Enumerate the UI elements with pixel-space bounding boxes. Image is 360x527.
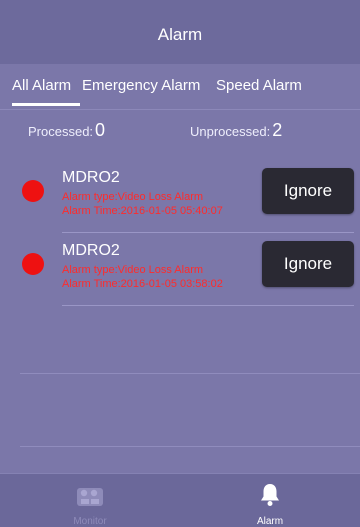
tabs-divider: [0, 109, 360, 110]
tab-bar-label: Alarm: [256, 516, 284, 527]
tab-bar-monitor[interactable]: Monitor: [0, 474, 180, 527]
alarm-list-item[interactable]: MDRO2 Alarm type:Video Loss Alarm Alarm …: [0, 160, 360, 233]
alarm-list: MDRO2 Alarm type:Video Loss Alarm Alarm …: [0, 160, 360, 306]
device-name: MDRO2: [62, 242, 120, 259]
page-title: Alarm: [157, 25, 203, 44]
unprocessed-count: Unprocessed: 2: [190, 120, 282, 141]
ignore-button[interactable]: Ignore: [262, 241, 354, 287]
alarm-status-dot: [22, 180, 44, 202]
alarm-type-text: Alarm type:Video Loss Alarm: [62, 191, 204, 203]
tab-emergency-alarm[interactable]: Emergency Alarm: [82, 77, 200, 94]
processed-value: 0: [95, 120, 106, 140]
tab-all-alarm[interactable]: All Alarm: [12, 77, 71, 94]
list-separator: [20, 373, 360, 374]
device-name: MDRO2: [62, 169, 120, 186]
alarm-status-dot: [22, 253, 44, 275]
alarm-time-text: Alarm Time:2016-01-05 05:40:07: [62, 205, 223, 217]
list-separator: [20, 446, 360, 447]
alarm-time-text: Alarm Time:2016-01-05 03:58:02: [62, 278, 223, 290]
ignore-button[interactable]: Ignore: [262, 168, 354, 214]
unprocessed-label: Unprocessed:: [190, 124, 271, 139]
tab-bar-label: Monitor: [73, 516, 107, 527]
alarm-list-item[interactable]: MDRO2 Alarm type:Video Loss Alarm Alarm …: [0, 233, 360, 306]
row-separator: [62, 305, 354, 306]
tab-speed-alarm[interactable]: Speed Alarm: [216, 77, 302, 94]
active-tab-indicator: [12, 103, 80, 106]
bottom-tab-bar: Monitor Alarm: [0, 473, 360, 527]
alarm-counts: Processed: 0 Unprocessed: 2: [0, 120, 360, 148]
alarm-type-text: Alarm type:Video Loss Alarm: [62, 264, 204, 276]
alarm-filter-tabs: All Alarm Emergency Alarm Speed Alarm: [0, 64, 360, 110]
monitor-icon: [75, 482, 105, 515]
navigation-bar: Alarm: [0, 0, 360, 65]
unprocessed-value: 2: [272, 120, 283, 140]
processed-label: Processed:: [28, 124, 94, 139]
tab-bar-alarm[interactable]: Alarm: [180, 474, 360, 527]
bell-icon: [258, 482, 282, 513]
alarm-screen: Alarm All Alarm Emergency Alarm Speed Al…: [0, 0, 360, 527]
processed-count: Processed: 0: [28, 120, 105, 141]
